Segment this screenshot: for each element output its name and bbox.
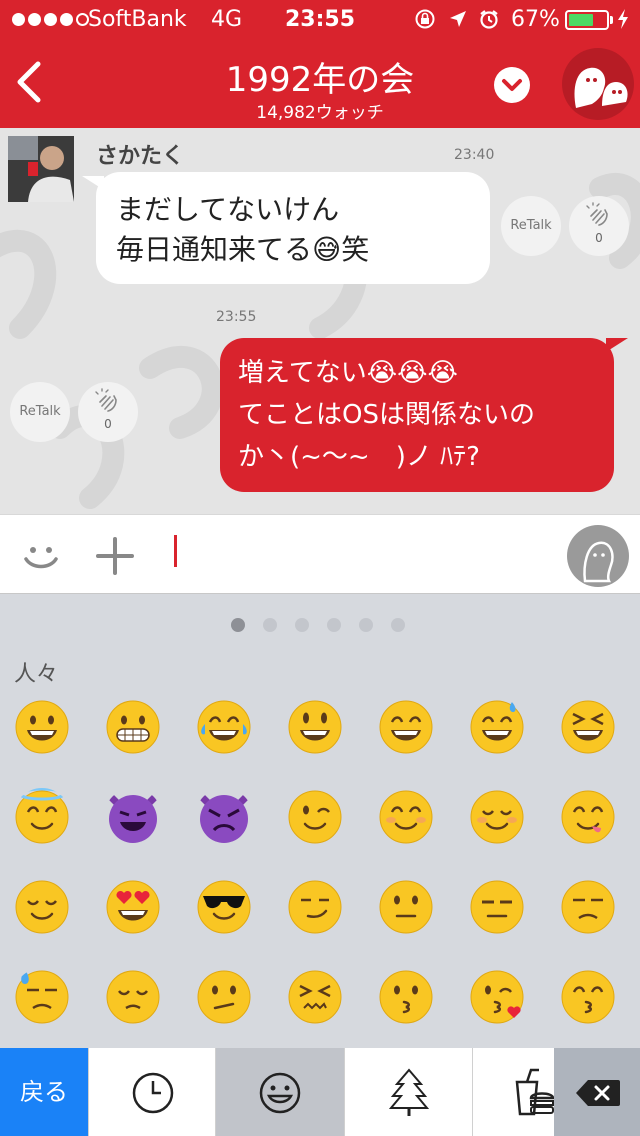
clap-icon [95,388,117,412]
attach-plus-button[interactable] [94,535,136,577]
message-input-bar [0,514,640,594]
page-indicator [231,618,405,632]
emoji-wink-icon[interactable] [286,788,344,846]
emoji-relaxed-icon[interactable] [468,788,526,846]
backspace-icon [576,1080,620,1106]
page-title: 1992年の会 [225,60,415,100]
emoji-smirk-icon[interactable] [286,878,344,936]
message-line: 毎日通知来てる😅笑 [116,233,370,266]
clap-button[interactable]: 0 [78,382,138,442]
message-input[interactable] [170,533,550,579]
emoji-yum-icon[interactable] [559,788,617,846]
tab-recent[interactable] [88,1048,215,1136]
chevron-down-icon [502,79,522,91]
retalk-button[interactable]: ReTalk [501,196,561,256]
keyboard-bottom-bar: 戻る [0,1048,640,1136]
emoji-kissing-heart-icon[interactable] [468,968,526,1026]
clap-button[interactable]: 0 [569,196,629,256]
emoji-smiley-icon[interactable] [286,698,344,756]
back-key[interactable]: 戻る [0,1048,88,1136]
page-dot[interactable] [327,618,341,632]
smiley-icon [259,1072,301,1114]
retalk-button[interactable]: ReTalk [10,382,70,442]
emoji-pensive-icon[interactable] [104,968,162,1026]
chat-area[interactable]: さかたく 23:40 まだしてないけん 毎日通知来てる😅笑 ReTalk 0 2… [0,128,640,514]
header: SoftBank 4G 23:55 67% 1992年の会 14,982ウォッチ [0,0,640,128]
battery-percent: 67% [511,7,560,32]
group-avatar-button[interactable] [562,48,634,120]
page-dot[interactable] [359,618,373,632]
emoji-category-label: 人々 [14,662,59,687]
emoji-neutral-icon[interactable] [377,878,435,936]
clap-icon [586,202,608,226]
emoji-grimacing-icon[interactable] [104,698,162,756]
clap-count: 0 [595,231,603,245]
page-dot[interactable] [231,618,245,632]
tree-icon [389,1068,429,1116]
stamp-button[interactable] [567,525,629,587]
emoji-keyboard: 人々 [0,594,640,1048]
alarm-icon [480,10,498,29]
message-time: 23:55 [216,309,257,325]
clap-count: 0 [104,417,112,431]
emoji-kissing-icon[interactable] [377,968,435,1026]
emoji-blush-icon[interactable] [377,788,435,846]
emoji-smile-icon[interactable] [377,698,435,756]
emoji-sweat-smile-icon[interactable] [468,698,526,756]
emoji-sunglasses-icon[interactable] [195,878,253,936]
incoming-message-bubble[interactable]: まだしてないけん 毎日通知来てる😅笑 [96,172,490,284]
emoji-angry-imp-icon[interactable] [195,788,253,846]
tab-food[interactable] [472,1048,555,1136]
tab-people[interactable] [215,1048,344,1136]
watch-count: 14,982ウォッチ [256,103,384,123]
food-icon [515,1068,555,1116]
location-icon [450,11,466,27]
message-time: 23:40 [454,147,495,163]
charging-icon [618,9,628,29]
emoji-smiling-imp-icon[interactable] [104,788,162,846]
group-icon [574,67,628,108]
emoji-innocent-icon[interactable] [13,788,71,846]
page-dot[interactable] [391,618,405,632]
message-line: まだしてないけん [116,193,340,226]
dropdown-button[interactable] [494,67,530,103]
rotation-lock-icon [415,9,435,29]
message-line: てことはOSは関係ないの [238,400,535,430]
page-dot[interactable] [295,618,309,632]
delete-key[interactable] [554,1048,640,1136]
emoji-confounded-icon[interactable] [286,968,344,1026]
status-bar: SoftBank 4G 23:55 67% [0,0,640,40]
message-line: か丶(~〜~ )ノ ﾊﾃ? [238,442,480,472]
emoji-joy-icon[interactable] [195,698,253,756]
emoji-unamused-icon[interactable] [559,878,617,936]
emoji-toggle-button[interactable] [20,535,62,577]
emoji-confused-icon[interactable] [195,968,253,1026]
person-photo [8,136,74,202]
battery-icon [565,10,609,30]
page-dot[interactable] [263,618,277,632]
recent-icon [132,1072,174,1114]
emoji-kissing-smiling-icon[interactable] [559,968,617,1026]
stamp-icon [583,541,614,583]
emoji-heart-eyes-icon[interactable] [104,878,162,936]
emoji-laughing-icon[interactable] [559,698,617,756]
emoji-relieved-icon[interactable] [13,878,71,936]
outgoing-message-bubble[interactable]: 増えてない😭😭😭 てことはOSは関係ないの か丶(~〜~ )ノ ﾊﾃ? [220,338,614,492]
emoji-sweat-icon[interactable] [13,968,71,1026]
message-line: 増えてない😭😭😭 [238,358,458,388]
sender-name: さかたく [96,144,185,169]
sender-avatar[interactable] [8,136,74,202]
emoji-grinning-icon[interactable] [13,698,71,756]
emoji-expressionless-icon[interactable] [468,878,526,936]
tab-nature[interactable] [344,1048,472,1136]
